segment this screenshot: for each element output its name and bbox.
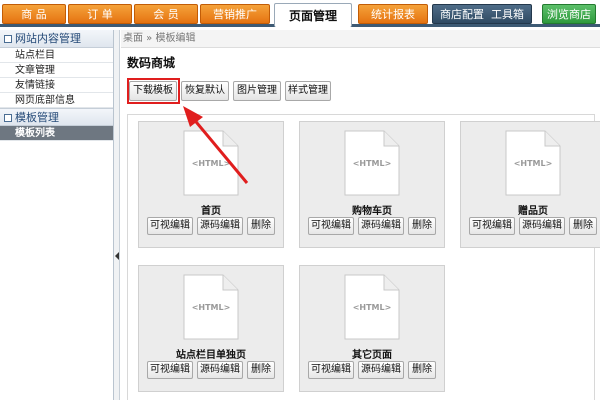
template-title: 赠品页: [518, 206, 548, 217]
collapse-box-icon: [4, 114, 12, 122]
delete-button[interactable]: 删除: [247, 217, 275, 235]
browse-store-button[interactable]: 浏览商店: [542, 4, 596, 24]
store-config-toolbox[interactable]: 商店配置 工具箱: [432, 4, 532, 24]
visual-edit-button[interactable]: 可视编辑: [147, 361, 193, 379]
visual-edit-button[interactable]: 可视编辑: [308, 361, 354, 379]
sidebar-section-content[interactable]: 网站内容管理: [0, 30, 113, 48]
delete-button[interactable]: 删除: [247, 361, 275, 379]
template-title: 购物车页: [352, 206, 392, 217]
top-nav: 商 品 订 单 会 员 营销推广 页面管理 统计报表 商店配置 工具箱 浏览商店: [0, 0, 600, 27]
style-manage-button[interactable]: 样式管理: [285, 81, 331, 101]
template-card-column-page: <HTML> 站点栏目单独页 可视编辑 源码编辑 删除: [138, 265, 284, 392]
template-title: 站点栏目单独页: [176, 350, 246, 361]
sidebar-collapse-handle[interactable]: [114, 30, 120, 400]
delete-button[interactable]: 删除: [408, 217, 436, 235]
sidebar-item-site-columns[interactable]: 站点栏目: [0, 48, 113, 63]
source-edit-button[interactable]: 源码编辑: [519, 217, 565, 235]
source-edit-button[interactable]: 源码编辑: [358, 361, 404, 379]
html-document-icon: <HTML>: [505, 130, 561, 196]
template-card-cart: <HTML> 购物车页 可视编辑 源码编辑 删除: [299, 121, 445, 248]
template-card-other: <HTML> 其它页面 可视编辑 源码编辑 删除: [299, 265, 445, 392]
delete-button[interactable]: 删除: [569, 217, 597, 235]
visual-edit-button[interactable]: 可视编辑: [147, 217, 193, 235]
doc-icon-label: <HTML>: [192, 159, 231, 168]
sidebar-section-templates[interactable]: 模板管理: [0, 108, 113, 126]
html-document-icon: <HTML>: [183, 130, 239, 196]
html-document-icon: <HTML>: [344, 130, 400, 196]
delete-button[interactable]: 删除: [408, 361, 436, 379]
template-grid: <HTML> 首页 可视编辑 源码编辑 删除 <HTML> 购物车页 可视编辑 …: [127, 114, 600, 400]
sidebar-item-friend-links[interactable]: 友情链接: [0, 78, 113, 93]
restore-default-button[interactable]: 恢复默认: [181, 81, 229, 101]
html-document-icon: <HTML>: [183, 274, 239, 340]
template-card-home: <HTML> 首页 可视编辑 源码编辑 删除: [138, 121, 284, 248]
doc-icon-label: <HTML>: [353, 303, 392, 312]
doc-icon-label: <HTML>: [514, 159, 553, 168]
toolbox-link[interactable]: 工具箱: [491, 8, 524, 21]
nav-tab-marketing[interactable]: 营销推广: [200, 4, 270, 24]
main-panel: 桌面 » 模板编辑 数码商城 下载模板 恢复默认 图片管理 样式管理 <HTML…: [121, 30, 600, 400]
template-card-gift: <HTML> 赠品页 可视编辑 源码编辑 删除: [460, 121, 600, 248]
doc-icon-label: <HTML>: [353, 159, 392, 168]
template-title: 其它页面: [352, 350, 392, 361]
sidebar-item-footer-info[interactable]: 网页底部信息: [0, 93, 113, 108]
template-title: 首页: [201, 206, 221, 217]
collapse-box-icon: [4, 35, 12, 43]
sidebar: 网站内容管理 站点栏目 文章管理 友情链接 网页底部信息 模板管理 模板列表: [0, 30, 114, 400]
html-document-icon: <HTML>: [344, 274, 400, 340]
source-edit-button[interactable]: 源码编辑: [358, 217, 404, 235]
doc-icon-label: <HTML>: [192, 303, 231, 312]
source-edit-button[interactable]: 源码编辑: [197, 361, 243, 379]
page-title: 数码商城: [127, 56, 176, 70]
nav-tab-statistics[interactable]: 统计报表: [358, 4, 428, 24]
sidebar-item-articles[interactable]: 文章管理: [0, 63, 113, 78]
nav-tab-orders[interactable]: 订 单: [68, 4, 132, 24]
sidebar-item-template-list[interactable]: 模板列表: [0, 126, 113, 141]
nav-tab-members[interactable]: 会 员: [134, 4, 198, 24]
highlight-box: [127, 78, 180, 104]
visual-edit-button[interactable]: 可视编辑: [469, 217, 515, 235]
store-config-link[interactable]: 商店配置: [440, 8, 484, 21]
nav-tab-page-manage[interactable]: 页面管理: [274, 3, 352, 27]
nav-tab-products[interactable]: 商 品: [2, 4, 66, 24]
source-edit-button[interactable]: 源码编辑: [197, 217, 243, 235]
visual-edit-button[interactable]: 可视编辑: [308, 217, 354, 235]
image-manage-button[interactable]: 图片管理: [233, 81, 281, 101]
collapse-arrow-icon: [115, 252, 119, 260]
breadcrumb: 桌面 » 模板编辑: [121, 30, 600, 48]
